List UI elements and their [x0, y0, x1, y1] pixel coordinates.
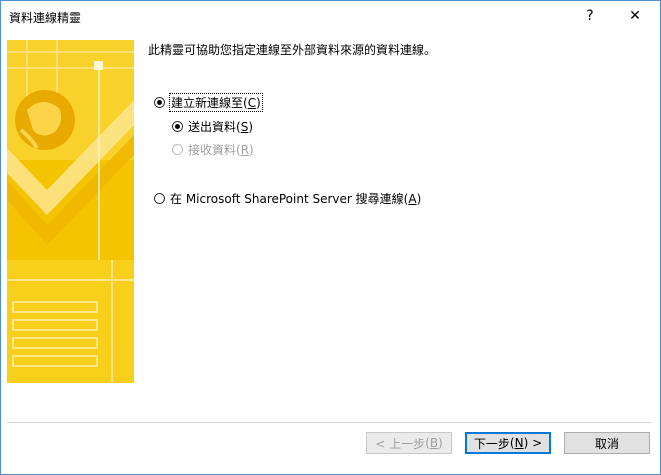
radio-receive-data[interactable]: 接收資料(R)	[172, 141, 254, 158]
help-button[interactable]: ?	[568, 1, 612, 31]
radio-receive-data-indicator[interactable]	[172, 144, 183, 155]
title-bar: 資料連線精靈 ? ✕	[1, 1, 660, 31]
radio-send-data-label: 送出資料(S)	[188, 120, 254, 134]
radio-receive-data-label: 接收資料(R)	[188, 143, 254, 157]
close-icon: ✕	[629, 8, 641, 24]
radio-new-connection-indicator[interactable]	[154, 97, 165, 108]
footer-separator	[7, 422, 651, 423]
radio-sharepoint-indicator[interactable]	[154, 193, 165, 204]
radio-new-connection-label: 建立新連線至(C)	[169, 93, 263, 112]
cancel-button[interactable]: 取消	[564, 432, 650, 454]
radio-send-data[interactable]: 送出資料(S)	[172, 118, 253, 135]
window-title: 資料連線精靈	[9, 11, 82, 25]
help-icon: ?	[586, 8, 594, 24]
wizard-content: 此精靈可協助您指定連線至外部資料來源的資料連線。 建立新連線至(C) 送出資料(…	[1, 31, 660, 474]
radio-sharepoint-label: 在 Microsoft SharePoint Server 搜尋連線(A)	[170, 192, 422, 206]
wizard-description: 此精靈可協助您指定連線至外部資料來源的資料連線。	[148, 43, 437, 57]
wizard-art-graphic	[7, 40, 134, 383]
radio-sharepoint[interactable]: 在 Microsoft SharePoint Server 搜尋連線(A)	[154, 190, 421, 207]
next-button[interactable]: 下一步(N) >	[465, 432, 551, 454]
close-button[interactable]: ✕	[613, 1, 657, 31]
radio-send-data-indicator[interactable]	[172, 121, 183, 132]
radio-new-connection[interactable]: 建立新連線至(C)	[154, 93, 263, 112]
wizard-window: 資料連線精靈 ? ✕ 此精靈可協助您指定連線至外部資料來源的資料連線。 建立新連…	[0, 0, 661, 475]
wizard-illustration	[7, 40, 134, 383]
back-button[interactable]: < 上一步(B)	[366, 432, 452, 454]
